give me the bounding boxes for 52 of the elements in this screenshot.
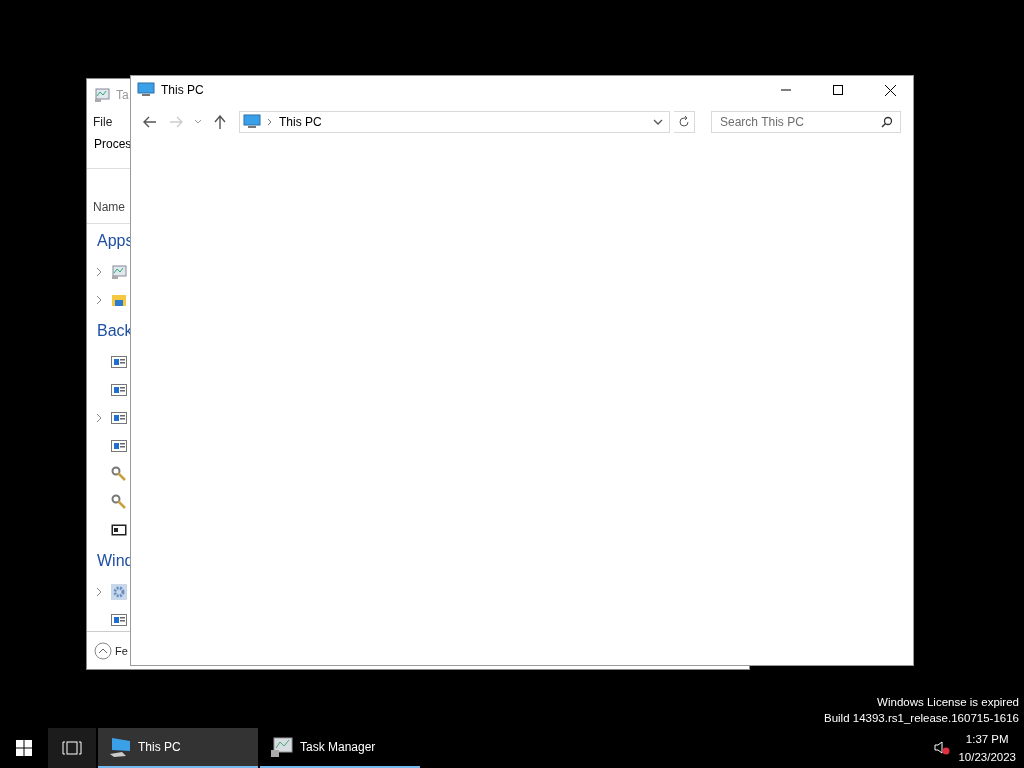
volume-icon[interactable] [934, 741, 951, 755]
license-notice: Windows License is expired [876, 695, 1019, 710]
chevron-icon[interactable] [95, 413, 103, 423]
close-icon [884, 84, 896, 96]
search-icon [881, 116, 893, 128]
monitor-chart-icon [94, 87, 110, 103]
window-title: This PC [161, 83, 205, 97]
collapse-icon[interactable] [94, 641, 112, 660]
address-text: This PC [279, 115, 323, 129]
computer-icon [243, 114, 261, 130]
refresh-icon [678, 116, 690, 128]
tab[interactable]: Proces [94, 137, 132, 151]
window-service-icon [111, 411, 127, 425]
monitor-chart-icon [270, 736, 294, 758]
footer-link[interactable]: Fe [115, 644, 128, 657]
window-service-icon [111, 439, 127, 453]
up-arrow-icon [214, 115, 226, 129]
gear-icon [111, 584, 127, 600]
search-field[interactable]: Search This PC [711, 111, 901, 133]
address-bar[interactable]: This PC [239, 111, 670, 133]
computer-icon [137, 82, 155, 98]
monitor-chart-icon [111, 264, 127, 280]
folder-icon [111, 292, 127, 308]
caret-icon [194, 119, 202, 125]
chevron-icon[interactable] [95, 587, 103, 597]
computer-icon [108, 736, 132, 758]
license-notice: Build 14393.rs1_release.160715-1616 [824, 711, 1019, 726]
window-service-icon [111, 355, 127, 369]
clock-date[interactable]: 10/23/2023 [958, 748, 1016, 766]
back-arrow-icon [143, 116, 157, 128]
clock-time[interactable]: 1:37 PM [965, 730, 1009, 748]
column-header[interactable]: Name [93, 200, 125, 214]
task-view-icon [62, 741, 82, 755]
taskbar-app[interactable]: Task Manager [260, 728, 420, 768]
chevron-icon[interactable] [95, 295, 103, 305]
keys-icon [111, 466, 127, 482]
keys-icon [111, 494, 127, 510]
task-view-button[interactable] [48, 728, 96, 768]
taskbar-app[interactable]: This PC [98, 728, 258, 768]
chevron-icon[interactable] [95, 267, 103, 277]
window-service-icon [111, 613, 127, 627]
forward-arrow-icon [169, 116, 183, 128]
maximize-icon [833, 85, 843, 95]
dropdown-icon[interactable] [651, 117, 665, 127]
window-title: Ta [116, 88, 129, 102]
windows-logo [16, 740, 32, 756]
window-service-icon [111, 383, 127, 397]
chevron-icon [267, 118, 273, 126]
menu-item[interactable]: File [93, 115, 113, 129]
console-icon [111, 523, 127, 537]
group-heading: Back [97, 322, 133, 340]
refresh-button[interactable] [674, 111, 695, 133]
